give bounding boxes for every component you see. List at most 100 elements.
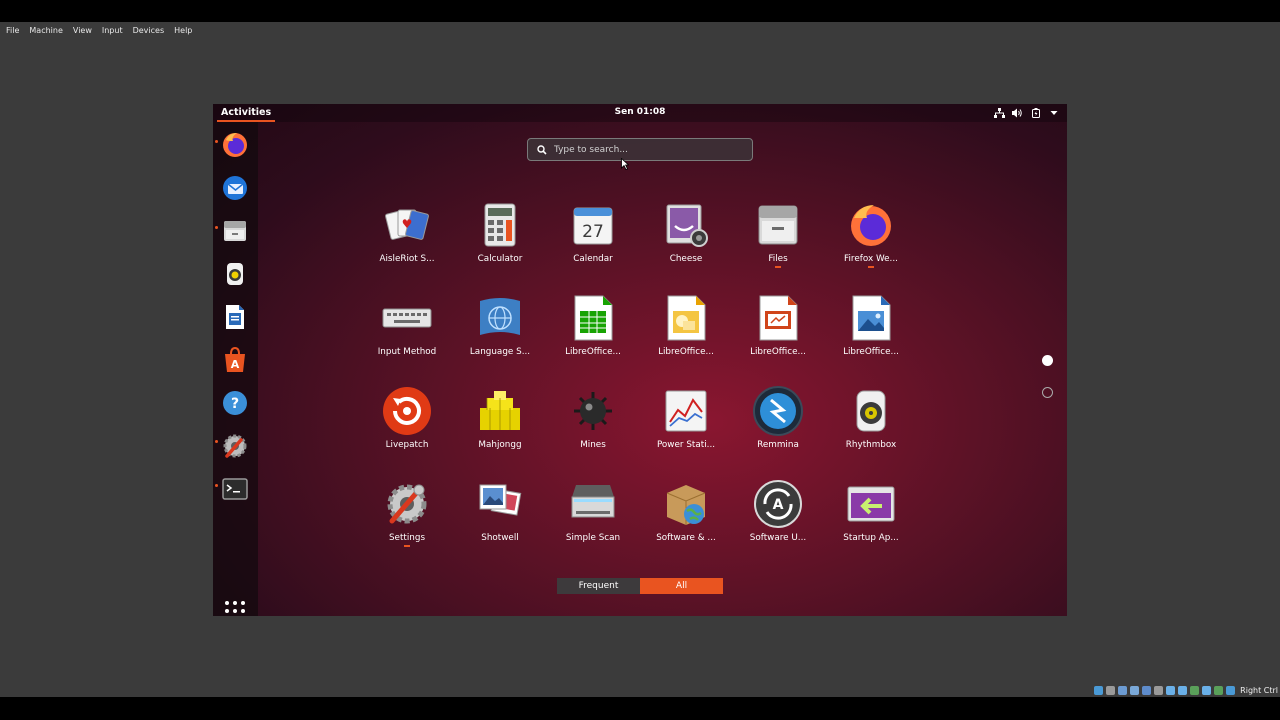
display-icon[interactable] xyxy=(1166,685,1176,695)
app-libreoffice-impress[interactable]: LibreOffice... xyxy=(736,293,820,367)
dock-thunderbird[interactable] xyxy=(220,173,250,203)
app-label: Firefox We... xyxy=(844,254,898,264)
startup-apps-icon xyxy=(847,486,895,522)
clock[interactable]: Sen 01:08 xyxy=(213,107,1067,117)
files-icon xyxy=(224,221,246,241)
mouse-integration-icon[interactable] xyxy=(1214,685,1224,695)
shotwell-icon xyxy=(479,484,522,516)
app-calculator[interactable]: Calculator xyxy=(458,200,542,274)
menu-devices[interactable]: Devices xyxy=(133,26,165,35)
menu-file[interactable]: File xyxy=(6,26,19,35)
show-applications-button[interactable] xyxy=(222,598,248,616)
running-indicator xyxy=(775,266,781,268)
app-label: Software U... xyxy=(749,533,807,543)
app-input-method[interactable]: Input Method xyxy=(365,293,449,367)
software-sources-icon xyxy=(666,485,706,525)
dock-running-indicator xyxy=(215,440,218,443)
virtualbox-menubar: File Machine View Input Devices Help xyxy=(0,22,1280,39)
dock-ubuntu-software[interactable]: A xyxy=(220,345,250,375)
app-settings[interactable]: Settings xyxy=(365,479,449,553)
app-language-support[interactable]: Language S... xyxy=(458,293,542,367)
app-remmina[interactable]: Remmina xyxy=(736,386,820,460)
app-files[interactable]: Files xyxy=(736,200,820,274)
cards-icon: ♥ xyxy=(385,209,429,240)
app-cheese[interactable]: Cheese xyxy=(644,200,728,274)
app-label: Simple Scan xyxy=(565,533,621,543)
app-startup-applications[interactable]: Startup Ap... xyxy=(829,479,913,553)
video-capture-icon[interactable] xyxy=(1178,685,1188,695)
app-mines[interactable]: Mines xyxy=(551,386,635,460)
app-libreoffice-image[interactable]: LibreOffice... xyxy=(829,293,913,367)
app-aisleriot[interactable]: ♥ AisleRiot S... xyxy=(365,200,449,274)
window-top-edge xyxy=(0,0,1280,22)
view-switcher: Frequent All xyxy=(557,578,723,594)
frequent-button[interactable]: Frequent xyxy=(557,578,640,594)
app-firefox[interactable]: Firefox We... xyxy=(829,200,913,274)
menu-machine[interactable]: Machine xyxy=(29,26,63,35)
dock-help[interactable]: ? xyxy=(220,388,250,418)
guest-additions-icon[interactable] xyxy=(1202,685,1212,695)
keyboard-icon xyxy=(382,308,432,328)
vm-screen[interactable]: Activities Sen 01:08 A ? Type to search.… xyxy=(213,104,1067,616)
calc-doc-icon xyxy=(574,295,613,341)
keyboard-capture-icon[interactable] xyxy=(1226,685,1236,695)
dock-settings[interactable] xyxy=(220,431,250,461)
dock-libreoffice-writer[interactable] xyxy=(220,302,250,332)
app-label: AisleRiot S... xyxy=(379,254,435,264)
scanner-icon xyxy=(571,485,615,518)
menu-view[interactable]: View xyxy=(73,26,92,35)
system-menu-arrow-icon[interactable] xyxy=(1048,108,1059,118)
rhythmbox-icon xyxy=(856,390,886,432)
menu-input[interactable]: Input xyxy=(102,26,123,35)
menu-help[interactable]: Help xyxy=(174,26,192,35)
settings-icon xyxy=(387,484,427,524)
usb-icon[interactable] xyxy=(1142,685,1152,695)
cheese-icon xyxy=(666,204,708,247)
grid-icon-dot xyxy=(241,601,245,605)
app-label: LibreOffice... xyxy=(750,347,806,357)
search-input[interactable] xyxy=(554,144,734,155)
files-icon xyxy=(758,205,798,245)
app-shotwell[interactable]: Shotwell xyxy=(458,479,542,553)
app-software-updater[interactable]: A Software U... xyxy=(736,479,820,553)
app-power-statistics[interactable]: Power Stati... xyxy=(644,386,728,460)
search-icon xyxy=(537,144,547,155)
app-libreoffice-draw[interactable]: LibreOffice... xyxy=(644,293,728,367)
app-libreoffice-calc[interactable]: LibreOffice... xyxy=(551,293,635,367)
audio-icon[interactable] xyxy=(1118,685,1128,695)
storage-icon[interactable] xyxy=(1094,685,1104,695)
page-indicator-1[interactable] xyxy=(1042,355,1053,366)
app-livepatch[interactable]: Livepatch xyxy=(365,386,449,460)
app-label: Cheese xyxy=(669,254,703,264)
dock-files[interactable] xyxy=(220,216,250,246)
app-label: Power Stati... xyxy=(656,440,716,450)
optical-drive-icon[interactable] xyxy=(1106,685,1116,695)
shared-folders-icon[interactable] xyxy=(1154,685,1164,695)
dock-running-indicator xyxy=(215,226,218,229)
all-button[interactable]: All xyxy=(640,578,723,594)
calendar-day: 27 xyxy=(582,222,604,242)
app-calendar[interactable]: 27 Calendar xyxy=(551,200,635,274)
dock-rhythmbox[interactable] xyxy=(220,259,250,289)
system-tray[interactable] xyxy=(994,108,1059,118)
network-adapter-icon[interactable] xyxy=(1130,685,1140,695)
rhythmbox-icon xyxy=(227,263,243,285)
app-label: Calculator xyxy=(477,254,523,264)
app-mahjongg[interactable]: Mahjongg xyxy=(458,386,542,460)
svg-text:?: ? xyxy=(231,396,239,412)
app-software-sources[interactable]: Software & ... xyxy=(644,479,728,553)
search-box[interactable] xyxy=(527,138,753,161)
app-simple-scan[interactable]: Simple Scan xyxy=(551,479,635,553)
page-indicator-2[interactable] xyxy=(1042,387,1053,398)
battery-icon[interactable] xyxy=(1030,108,1041,118)
help-icon: ? xyxy=(223,391,247,415)
mouse-pointer-icon xyxy=(621,158,629,170)
network-icon[interactable] xyxy=(994,108,1005,118)
dock-terminal[interactable] xyxy=(220,474,250,504)
volume-icon[interactable] xyxy=(1012,108,1023,118)
dock-firefox[interactable] xyxy=(220,130,250,160)
cpu-activity-icon[interactable] xyxy=(1190,685,1200,695)
app-label: LibreOffice... xyxy=(843,347,899,357)
app-rhythmbox[interactable]: Rhythmbox xyxy=(829,386,913,460)
app-label: Shotwell xyxy=(481,533,519,543)
